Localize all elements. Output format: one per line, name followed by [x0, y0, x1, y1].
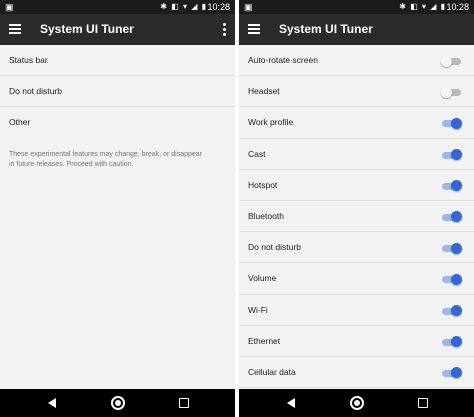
toggle-label: Headset: [248, 86, 280, 97]
menu-icon[interactable]: [9, 24, 21, 35]
toggle-label: Ethernet: [248, 335, 281, 346]
app-bar: System UI Tuner: [239, 14, 474, 45]
toggle-row-headset[interactable]: Headset: [239, 76, 474, 108]
toggle-row-volume[interactable]: Volume: [239, 263, 474, 295]
toggle-thumb: [441, 86, 452, 98]
home-icon[interactable]: [350, 396, 364, 410]
status-bar: ▣ ✱ ◧ ▾ ◢ ▮ 10:28: [0, 0, 235, 14]
home-icon[interactable]: [111, 396, 125, 410]
settings-list: Status bar Do not disturb Other: [0, 45, 235, 139]
toggle-thumb: [451, 117, 462, 129]
toggle-row-auto-rotate-screen[interactable]: Auto-rotate screen: [239, 45, 474, 77]
toggle-thumb: [451, 242, 462, 254]
toggle-thumb: [451, 305, 462, 316]
toggle-thumb: [451, 211, 462, 223]
back-icon[interactable]: [287, 398, 295, 408]
toggle-row-work-profile[interactable]: Work profile: [239, 107, 474, 139]
toggle-label: Work profile: [248, 117, 294, 128]
toggle-row-cast[interactable]: Cast: [239, 139, 474, 170]
toggle-row-bluetooth[interactable]: Bluetooth: [239, 201, 474, 233]
app-title: System UI Tuner: [279, 22, 373, 36]
toggle-label: Wi-Fi: [248, 304, 268, 315]
toggle-thumb: [441, 55, 452, 67]
recents-icon[interactable]: [179, 398, 189, 408]
status-time: 10:28: [207, 2, 230, 12]
settings-item-label: Status bar: [9, 55, 48, 65]
status-time: 10:28: [446, 2, 469, 12]
toggle-switch[interactable]: [441, 367, 463, 379]
toggle-label: Do not disturb: [248, 242, 301, 253]
toggle-row-cellular-data[interactable]: Cellular data: [239, 357, 474, 389]
toggle-thumb: [451, 149, 462, 161]
toggle-thumb: [451, 273, 462, 285]
app-title: System UI Tuner: [40, 22, 134, 36]
toggle-row-ethernet[interactable]: Ethernet: [239, 326, 474, 357]
toggle-label: Cast: [248, 148, 266, 159]
toggle-label: Bluetooth: [248, 210, 284, 221]
toggle-switch[interactable]: [441, 180, 463, 192]
toggle-row-wi-fi[interactable]: Wi-Fi: [239, 295, 474, 326]
notification-icon: ▣: [244, 2, 253, 12]
toggle-switch[interactable]: [441, 273, 463, 285]
navigation-bar: [0, 389, 235, 417]
toggle-switch[interactable]: [441, 305, 463, 317]
toggle-switch[interactable]: [441, 149, 463, 161]
status-icons: ✱ ◧ ▾ ◢ ▮: [399, 2, 446, 11]
toggle-switch[interactable]: [441, 117, 463, 129]
toggle-switch[interactable]: [441, 336, 463, 348]
toggle-label: Hotspot: [248, 179, 278, 190]
toggle-thumb: [451, 180, 462, 192]
settings-item-label: Do not disturb: [9, 86, 62, 97]
settings-item-status-bar[interactable]: Status bar: [0, 45, 235, 77]
app-bar: System UI Tuner: [0, 14, 235, 45]
toggle-row-hotspot[interactable]: Hotspot: [239, 170, 474, 201]
experimental-warning-text: These experimental features may change, …: [9, 151, 202, 168]
status-bar: ▣ ✱ ◧ ▾ ◢ ▮ 10:28: [239, 0, 474, 14]
toggle-label: Cellular data: [248, 366, 296, 377]
status-icons: ✱ ◧ ▾ ◢ ▮: [160, 2, 207, 11]
toggle-switch[interactable]: [441, 86, 463, 98]
right-screen: ▣ ✱ ◧ ▾ ◢ ▮ 10:28 System UI Tuner Auto-r…: [239, 0, 474, 417]
back-icon[interactable]: [48, 398, 56, 408]
toggle-label: Volume: [248, 273, 277, 284]
toggle-switch[interactable]: [441, 211, 463, 223]
toggle-label: Auto-rotate screen: [248, 55, 318, 65]
left-screen: ▣ ✱ ◧ ▾ ◢ ▮ 10:28 System UI Tuner Status…: [0, 0, 235, 417]
recents-icon[interactable]: [418, 398, 428, 408]
toggle-switch[interactable]: [441, 55, 463, 67]
overflow-menu-icon[interactable]: [222, 23, 226, 36]
notification-icon: ▣: [5, 2, 14, 12]
toggle-row-do-not-disturb[interactable]: Do not disturb: [239, 232, 474, 264]
menu-icon[interactable]: [248, 24, 260, 35]
settings-item-do-not-disturb[interactable]: Do not disturb: [0, 76, 235, 108]
toggle-thumb: [451, 336, 462, 348]
settings-item-label: Other: [9, 117, 31, 128]
status-bar-icon-list: Auto-rotate screen Headset Work profile Cas…: [239, 45, 474, 389]
toggle-thumb: [451, 367, 462, 379]
settings-item-other[interactable]: Other: [0, 107, 235, 138]
navigation-bar: [239, 389, 474, 417]
toggle-switch[interactable]: [441, 242, 463, 254]
